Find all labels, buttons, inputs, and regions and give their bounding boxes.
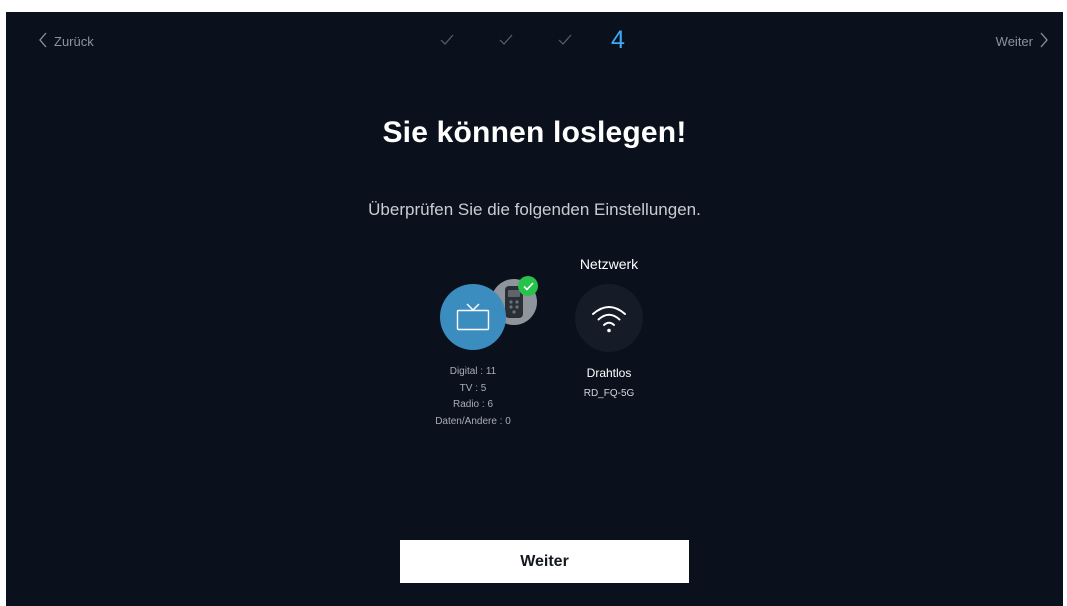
setup-screen: Zurück 4 Weiter Sie können loslegen! Übe… — [6, 12, 1063, 606]
network-title: Netzwerk — [579, 256, 639, 272]
channel-stats: Digital : 11 TV : 5 Radio : 6 Daten/Ande… — [423, 364, 523, 430]
chevron-right-icon — [1039, 32, 1049, 51]
stat-data-other: Daten/Andere : 0 — [435, 415, 511, 427]
tv-icon — [440, 284, 506, 350]
back-button[interactable]: Zurück — [38, 32, 94, 51]
back-label: Zurück — [54, 34, 94, 49]
network-type: Drahtlos — [586, 366, 632, 380]
step-indicator: 4 — [436, 26, 625, 54]
step-2-check-icon — [495, 29, 517, 51]
chevron-left-icon — [38, 32, 48, 51]
stat-digital: Digital : 11 — [449, 366, 497, 377]
step-1-check-icon — [436, 29, 458, 51]
wifi-icon — [575, 284, 643, 352]
step-3-check-icon — [554, 29, 576, 51]
network-ssid: RD_FQ-5G — [583, 388, 635, 399]
current-step-number: 4 — [611, 26, 625, 54]
next-nav-button[interactable]: Weiter — [996, 32, 1049, 51]
stat-tv: TV : 5 — [459, 382, 487, 394]
next-label: Weiter — [995, 34, 1033, 49]
page-subtitle: Überprüfen Sie die folgenden Einstellung… — [368, 200, 701, 219]
check-icon — [518, 276, 538, 296]
continue-button[interactable]: Weiter — [400, 540, 689, 583]
page-title: Sie können loslegen! — [382, 116, 687, 149]
stat-radio: Radio : 6 — [452, 399, 494, 410]
